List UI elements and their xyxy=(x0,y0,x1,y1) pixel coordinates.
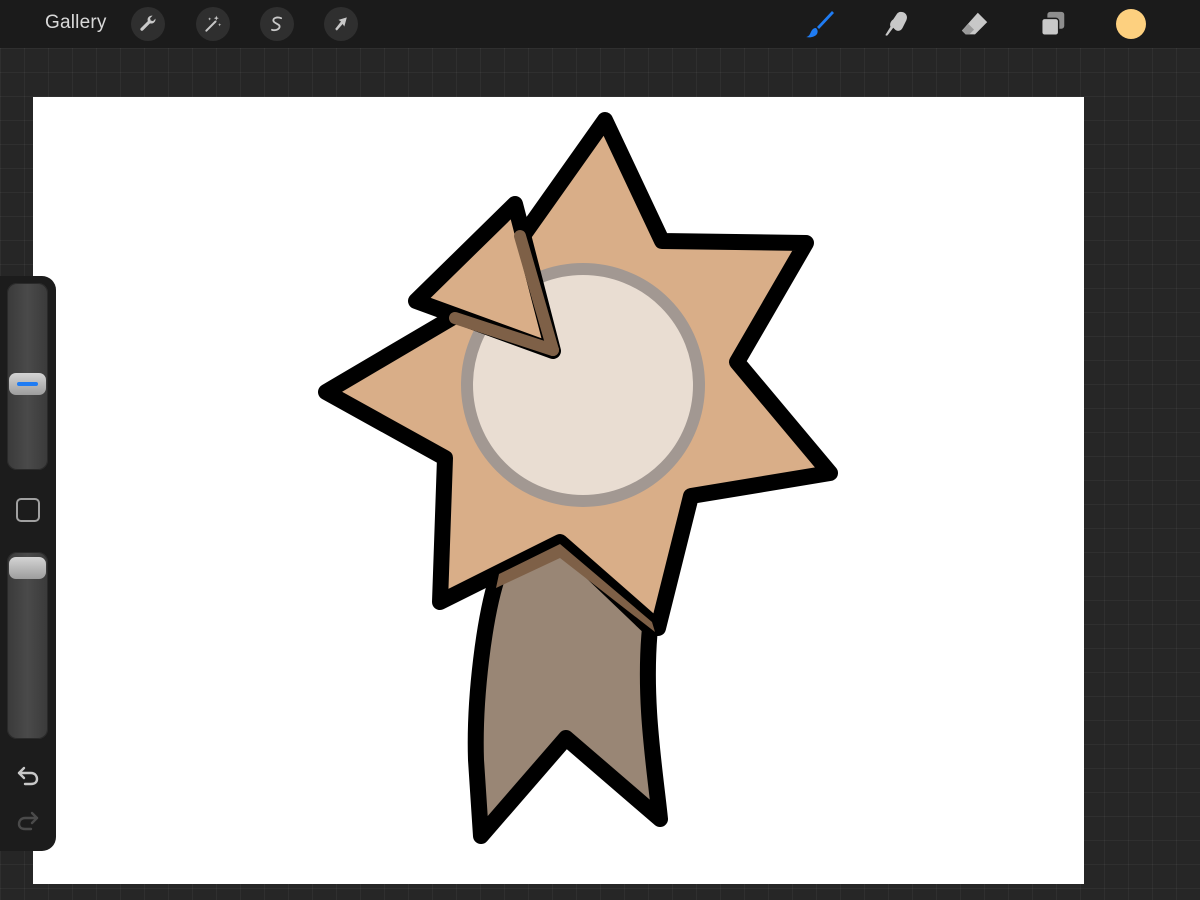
drawing-canvas[interactable] xyxy=(33,97,1084,884)
square-modify-icon[interactable] xyxy=(16,498,40,522)
arrow-cursor-icon xyxy=(335,17,347,31)
selection-button[interactable] xyxy=(260,7,294,41)
transform-button[interactable] xyxy=(324,7,358,41)
redo-icon xyxy=(17,811,39,831)
brush-size-indicator xyxy=(17,382,38,387)
brush-size-slider[interactable] xyxy=(7,283,48,470)
top-toolbar: Gallery xyxy=(0,0,1200,48)
eraser-icon xyxy=(961,12,988,35)
badge-award-illustration xyxy=(318,112,838,844)
layers-button[interactable] xyxy=(1036,7,1070,41)
brush-size-knob[interactable] xyxy=(9,373,46,396)
undo-icon xyxy=(17,766,39,786)
layers-icon xyxy=(1041,11,1065,36)
undo-button[interactable] xyxy=(14,763,42,789)
eraser-tool-button[interactable] xyxy=(958,7,992,41)
smudge-tool-button[interactable] xyxy=(880,7,914,41)
left-sidebar xyxy=(0,276,56,851)
wrench-icon xyxy=(140,15,156,31)
selection-s-icon xyxy=(271,16,283,32)
opacity-slider[interactable] xyxy=(7,552,48,739)
brush-tool-button[interactable] xyxy=(803,7,837,41)
gallery-button[interactable]: Gallery xyxy=(45,12,107,34)
brush-icon xyxy=(806,11,834,38)
color-swatch-button[interactable] xyxy=(1116,9,1146,39)
magic-wand-icon xyxy=(205,15,222,32)
smudge-finger-icon xyxy=(885,11,907,36)
redo-button[interactable] xyxy=(14,808,42,834)
adjustments-button[interactable] xyxy=(196,7,230,41)
opacity-knob[interactable] xyxy=(9,557,46,579)
actions-button[interactable] xyxy=(131,7,165,41)
